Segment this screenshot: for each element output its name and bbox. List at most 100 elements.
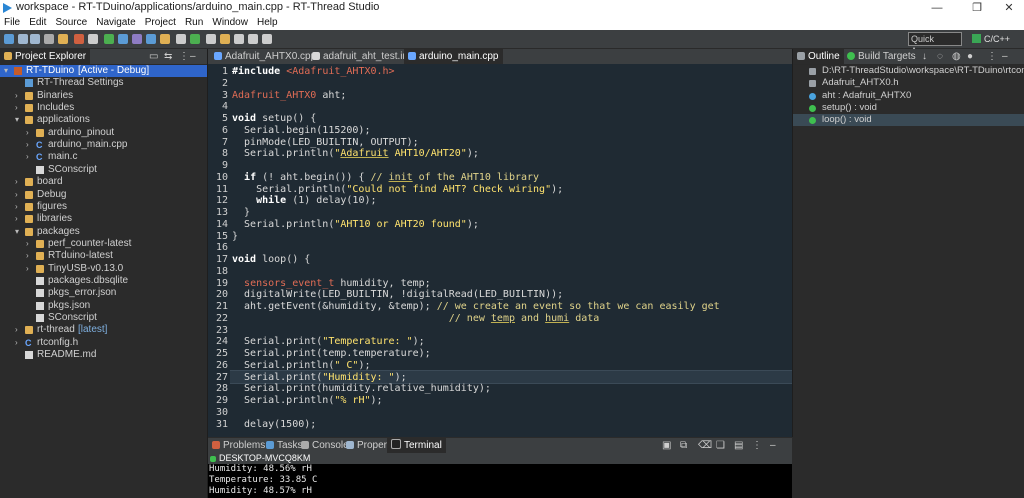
terminal-toolbar-icon[interactable]: ▣ [658, 438, 672, 453]
outline-item[interactable]: aht : Adafruit_AHTX0 [793, 90, 1024, 102]
maximize-button[interactable]: ❐ [960, 0, 994, 16]
tree-item[interactable]: › Includes [0, 102, 207, 114]
tree-item[interactable]: › board [0, 176, 207, 188]
minimize-button[interactable]: — [920, 0, 954, 16]
search-icon[interactable] [176, 34, 186, 44]
tree-item[interactable]: › perf_counter-latest [0, 238, 207, 250]
save-all-icon[interactable] [30, 34, 40, 44]
tools-icon[interactable] [88, 34, 98, 44]
collapsed-arrow-icon[interactable]: › [26, 263, 34, 275]
link-editor-icon[interactable]: ⇆ [160, 49, 174, 64]
tree-item[interactable]: › libraries [0, 213, 207, 225]
collapsed-arrow-icon[interactable]: › [15, 90, 23, 102]
terminal-output[interactable]: Humidity: 48.56% rH Temperature: 33.85 C… [208, 464, 792, 498]
tree-item[interactable]: packages.dbsqlite [0, 275, 207, 287]
tab-arduino-main-cpp[interactable]: arduino_main.cpp [404, 49, 503, 64]
collapsed-arrow-icon[interactable]: › [15, 324, 23, 336]
quick-access-input[interactable]: Quick Access [908, 32, 962, 56]
tab-outline[interactable]: Outline [793, 49, 844, 64]
annotation-icon[interactable] [220, 34, 230, 44]
open-folder-icon[interactable] [160, 34, 170, 44]
save-icon[interactable] [18, 34, 28, 44]
tab-build-targets[interactable]: Build Targets [843, 49, 920, 64]
tab-adafruit-ahtx0-cpp[interactable]: Adafruit_AHTX0.cpp [210, 49, 320, 64]
terminal-icon[interactable] [146, 34, 156, 44]
tree-item[interactable]: pkgs_error.json [0, 287, 207, 299]
tree-item[interactable]: › Crtconfig.h [0, 337, 207, 349]
expanded-arrow-icon[interactable]: ▾ [4, 65, 12, 77]
tab-project-explorer[interactable]: Project Explorer [0, 49, 91, 64]
outline-item[interactable]: loop() : void [793, 114, 1024, 127]
minimize-view-icon[interactable]: – [998, 49, 1012, 64]
toggle-mark-icon[interactable] [206, 34, 216, 44]
perspective-button[interactable]: C/C++ [972, 32, 1020, 46]
tree-item[interactable]: ▾ applications [0, 114, 207, 126]
expanded-arrow-icon[interactable]: ▾ [15, 114, 23, 126]
collapse-all-icon[interactable]: ▭ [145, 49, 159, 64]
forward-icon[interactable] [262, 34, 272, 44]
collapsed-arrow-icon[interactable]: › [15, 102, 23, 114]
minimize-view-icon[interactable]: – [186, 49, 200, 64]
expanded-arrow-icon[interactable]: ▾ [15, 226, 23, 238]
outline-item[interactable]: D:\RT-ThreadStudio\workspace\RT-TDuino\r… [793, 65, 1024, 77]
run-icon[interactable] [104, 34, 114, 44]
hide-static-icon[interactable]: ◍ [948, 49, 962, 64]
collapsed-arrow-icon[interactable]: › [26, 139, 34, 151]
terminal-session-tab[interactable]: DESKTOP-MVCQ8KM [208, 453, 792, 464]
clear-icon[interactable]: ⌫ [694, 438, 712, 453]
tab-problems[interactable]: Problems [208, 438, 269, 453]
tree-item[interactable]: › Cmain.c [0, 151, 207, 163]
tab-adafruit-aht-test-ino[interactable]: adafruit_aht_test.ino [308, 49, 418, 64]
tree-item[interactable]: SConscript [0, 164, 207, 176]
tree-item[interactable]: README.md [0, 349, 207, 361]
menu-navigate[interactable]: Navigate [96, 16, 135, 30]
run-last-icon[interactable] [190, 34, 200, 44]
tab-terminal[interactable]: Terminal [387, 438, 446, 453]
outline-item[interactable]: setup() : void [793, 102, 1024, 114]
sdk-manager-icon[interactable] [132, 34, 142, 44]
collapsed-arrow-icon[interactable]: › [15, 201, 23, 213]
tree-item[interactable]: pkgs.json [0, 300, 207, 312]
filter-icon[interactable]: ● [963, 49, 977, 64]
tree-item[interactable]: › Debug [0, 189, 207, 201]
collapsed-arrow-icon[interactable]: › [26, 127, 34, 139]
collapsed-arrow-icon[interactable]: › [26, 250, 34, 262]
menu-run[interactable]: Run [185, 16, 203, 30]
tree-item[interactable]: › Carduino_main.cpp [0, 139, 207, 151]
tree-item[interactable]: › figures [0, 201, 207, 213]
build-icon[interactable] [58, 34, 68, 44]
minimize-view-icon[interactable]: – [766, 438, 780, 453]
collapsed-arrow-icon[interactable]: › [15, 176, 23, 188]
collapsed-arrow-icon[interactable]: › [26, 238, 34, 250]
menu-edit[interactable]: Edit [29, 16, 46, 30]
download-icon[interactable] [118, 34, 128, 44]
tree-item[interactable]: › TinyUSB-v0.13.0 [0, 263, 207, 275]
sort-icon[interactable]: ↓ [918, 49, 932, 64]
tree-item[interactable]: › Binaries [0, 90, 207, 102]
code-area[interactable]: 1 2 3 4 5 6 7 8 9 10 11 12 13 14 15 16 17 18 19 20 21 22 23 24 2… [208, 64, 792, 437]
collapsed-arrow-icon[interactable]: › [15, 189, 23, 201]
copy-icon[interactable]: ❏ [712, 438, 726, 453]
tree-item[interactable]: › arduino_pinout [0, 127, 207, 139]
tree-item[interactable]: ▾ RT-TDuino [Active - Debug] [0, 65, 207, 77]
view-menu-icon[interactable]: ⋮ [983, 49, 997, 64]
collapsed-arrow-icon[interactable]: › [15, 337, 23, 349]
menu-source[interactable]: Source [55, 16, 87, 30]
new-icon[interactable] [4, 34, 14, 44]
hide-fields-icon[interactable]: ◌ [933, 49, 947, 64]
close-button[interactable]: ✕ [992, 0, 1024, 16]
scroll-lock-icon[interactable]: ▤ [730, 438, 744, 453]
menu-file[interactable]: File [4, 16, 20, 30]
tree-item[interactable]: SConscript [0, 312, 207, 324]
back-icon[interactable] [248, 34, 258, 44]
tree-item[interactable]: › RTduino-latest [0, 250, 207, 262]
collapsed-arrow-icon[interactable]: › [15, 213, 23, 225]
view-menu-icon[interactable]: ⋮ [748, 438, 762, 453]
tree-item[interactable]: ▾ packages [0, 226, 207, 238]
next-annotation-icon[interactable] [234, 34, 244, 44]
menu-help[interactable]: Help [257, 16, 278, 30]
outline-item[interactable]: Adafruit_AHTX0.h [793, 77, 1024, 89]
debug-icon[interactable] [74, 34, 84, 44]
tree-item[interactable]: RT-Thread Settings [0, 77, 207, 89]
menu-project[interactable]: Project [145, 16, 176, 30]
